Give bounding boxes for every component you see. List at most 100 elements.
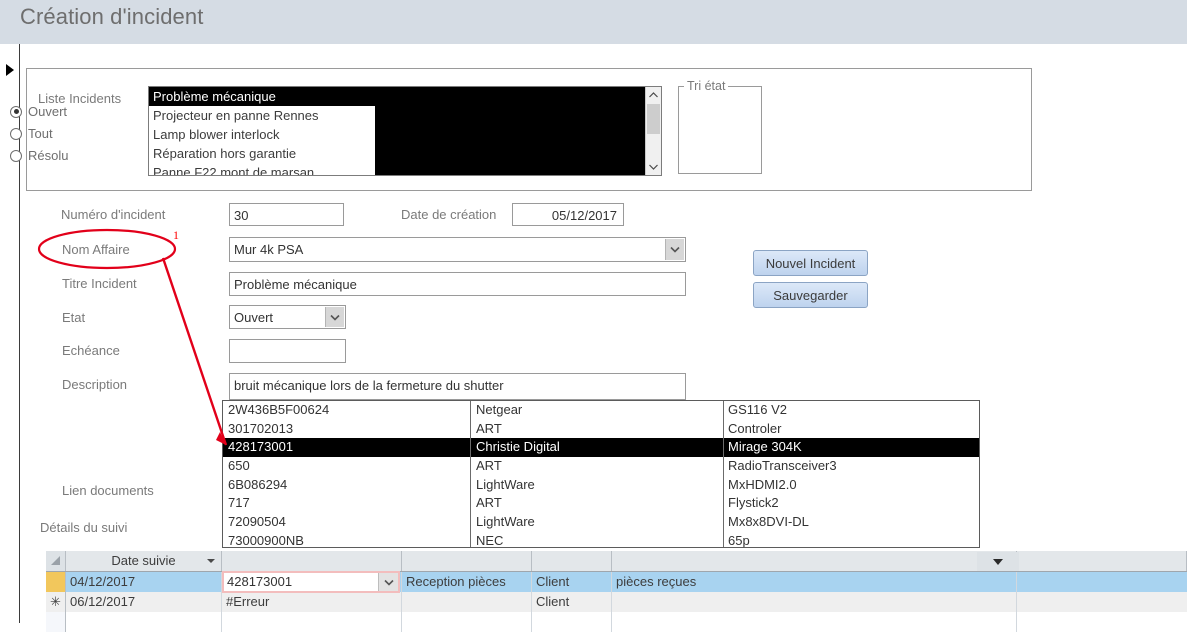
radio-resolu[interactable]: Résolu <box>10 148 68 163</box>
lien-documents-label: Lien documents <box>62 483 154 498</box>
dropdown-cell-model: MxHDMI2.0 <box>728 476 797 492</box>
row-selector[interactable] <box>46 612 66 632</box>
cell-date[interactable]: 04/12/2017 <box>66 572 222 592</box>
cell-equipment[interactable]: #Erreur <box>222 592 402 612</box>
radio-selected-icon <box>10 105 22 118</box>
description-label: Description <box>62 377 128 392</box>
details-suivi-label: Détails du suivi <box>40 520 128 535</box>
column-separator <box>470 401 471 547</box>
incident-listbox-items: Problème mécanique Projecteur en panne R… <box>149 87 646 175</box>
chevron-down-icon[interactable] <box>378 573 398 591</box>
titre-incident-field[interactable]: Problème mécanique <box>229 272 686 296</box>
annotation-arrow-line <box>161 257 228 446</box>
tri-etat-caption: Tri état <box>684 79 729 93</box>
inline-equipment-combo-value: 428173001 <box>227 574 293 589</box>
cell-extra[interactable] <box>1017 612 1187 632</box>
dropdown-row[interactable]: 6B086294 LightWare MxHDMI2.0 <box>223 476 979 495</box>
dropdown-cell-model: Mirage 304K <box>728 439 802 455</box>
column-header-origin[interactable] <box>532 551 612 571</box>
list-item[interactable]: Réparation hors garantie <box>149 144 375 163</box>
cell-date[interactable] <box>66 612 222 632</box>
chevron-down-icon[interactable] <box>207 559 215 563</box>
list-item[interactable]: Problème mécanique <box>149 87 646 106</box>
datasheet-filter-dropdown-button[interactable] <box>977 552 1019 571</box>
echeance-label: Echéance <box>62 343 120 358</box>
list-item[interactable]: Projecteur en panne Rennes <box>149 106 375 125</box>
datasheet-select-all-corner[interactable] <box>46 551 66 571</box>
listbox-scrollbar[interactable] <box>645 87 661 175</box>
cell-origin[interactable] <box>532 612 612 632</box>
column-header-comment[interactable] <box>612 551 1017 571</box>
cell-action[interactable] <box>402 592 532 612</box>
dropdown-row[interactable]: 428173001 Christie Digital Mirage 304K <box>223 438 979 458</box>
column-header-extra[interactable] <box>1017 551 1187 571</box>
dropdown-cell-serial: 6B086294 <box>228 476 288 492</box>
sauvegarder-button[interactable]: Sauvegarder <box>753 282 868 308</box>
scroll-up-icon[interactable] <box>646 87 661 103</box>
column-header-equipment[interactable] <box>222 551 402 571</box>
dropdown-cell-model: Mx8x8DVI-DL <box>728 514 809 530</box>
numero-incident-label: Numéro d'incident <box>61 207 166 222</box>
cell-date[interactable]: 06/12/2017 <box>66 592 222 612</box>
row-selector[interactable] <box>46 572 66 592</box>
description-field[interactable]: bruit mécanique lors de la fermeture du … <box>229 373 686 400</box>
dropdown-cell-brand: LightWare <box>476 514 535 530</box>
cell-action[interactable]: Reception pièces <box>402 572 532 592</box>
radio-tout[interactable]: Tout <box>10 126 53 141</box>
incident-listbox[interactable]: Problème mécanique Projecteur en panne R… <box>148 86 662 176</box>
dropdown-cell-brand: Netgear <box>476 402 523 417</box>
etat-combo[interactable]: Ouvert <box>229 305 346 329</box>
table-row[interactable]: 04/12/2017 Reception pièces Client pièce… <box>46 572 1187 592</box>
new-record-selector[interactable]: ✳ <box>46 592 66 612</box>
nouvel-incident-button[interactable]: Nouvel Incident <box>753 250 868 276</box>
cell-comment[interactable] <box>612 592 1017 612</box>
column-header-date-suivie[interactable]: Date suivie <box>66 551 222 571</box>
dropdown-cell-model: RadioTransceiver3 <box>728 458 837 474</box>
cell-extra[interactable] <box>1017 592 1187 612</box>
list-item[interactable]: Panne F22 mont de marsan <box>149 163 375 175</box>
cell-extra[interactable] <box>1017 572 1187 592</box>
tri-etat-option-group <box>678 86 762 174</box>
nom-affaire-combo[interactable]: Mur 4k PSA <box>229 237 686 262</box>
radio-label: Tout <box>28 126 53 141</box>
radio-label: Résolu <box>28 148 69 163</box>
dropdown-row[interactable]: 72090504 LightWare Mx8x8DVI-DL <box>223 513 979 532</box>
column-header-label: Date suivie <box>111 553 176 568</box>
chevron-down-icon[interactable] <box>665 239 684 260</box>
dropdown-cell-brand: ART <box>476 420 502 436</box>
titre-incident-label: Titre Incident <box>62 276 137 291</box>
nom-affaire-label: Nom Affaire <box>62 242 130 257</box>
cell-equipment[interactable] <box>222 612 402 632</box>
radio-label: Ouvert <box>28 104 68 119</box>
scroll-down-icon[interactable] <box>646 159 661 175</box>
inline-equipment-combo[interactable]: 428173001 <box>222 571 400 593</box>
dropdown-cell-brand: ART <box>476 495 502 511</box>
date-creation-label: Date de création <box>401 207 497 222</box>
echeance-field[interactable] <box>229 339 346 363</box>
table-row[interactable]: ✳ 06/12/2017 #Erreur Client <box>46 592 1187 612</box>
radio-ouvert[interactable]: Ouvert <box>10 104 67 119</box>
etat-value: Ouvert <box>234 310 274 325</box>
chevron-down-icon[interactable] <box>325 307 344 327</box>
cell-comment[interactable] <box>612 612 1017 632</box>
scrollbar-thumb[interactable] <box>647 104 660 134</box>
dropdown-row[interactable]: 650 ART RadioTransceiver3 <box>223 457 979 476</box>
dropdown-row[interactable]: 301702013 ART Controler <box>223 420 979 439</box>
cell-action[interactable] <box>402 612 532 632</box>
dropdown-cell-serial: 650 <box>228 458 250 474</box>
equipment-dropdown-list[interactable]: 2W436B5F00624 Netgear GS116 V2 301702013 ART… <box>222 400 980 548</box>
page-title: Création d'incident <box>20 4 204 29</box>
cell-origin[interactable]: Client <box>532 572 612 592</box>
dropdown-cell-serial: 301702013 <box>228 420 294 436</box>
date-creation-field[interactable]: 05/12/2017 <box>512 203 624 226</box>
column-header-action[interactable] <box>402 551 532 571</box>
cell-origin[interactable]: Client <box>532 592 612 612</box>
numero-incident-field[interactable]: 30 <box>229 203 344 226</box>
dropdown-row[interactable]: 2W436B5F00624 Netgear GS116 V2 <box>223 401 979 420</box>
cell-comment[interactable]: pièces reçues <box>612 572 1017 592</box>
table-row[interactable] <box>46 612 1187 632</box>
dropdown-row[interactable]: 73000900NB NEC 65p <box>223 532 979 547</box>
list-item[interactable]: Lamp blower interlock <box>149 125 375 144</box>
dropdown-row[interactable]: 717 ART Flystick2 <box>223 494 979 513</box>
dropdown-cell-model: Controler <box>728 420 782 436</box>
